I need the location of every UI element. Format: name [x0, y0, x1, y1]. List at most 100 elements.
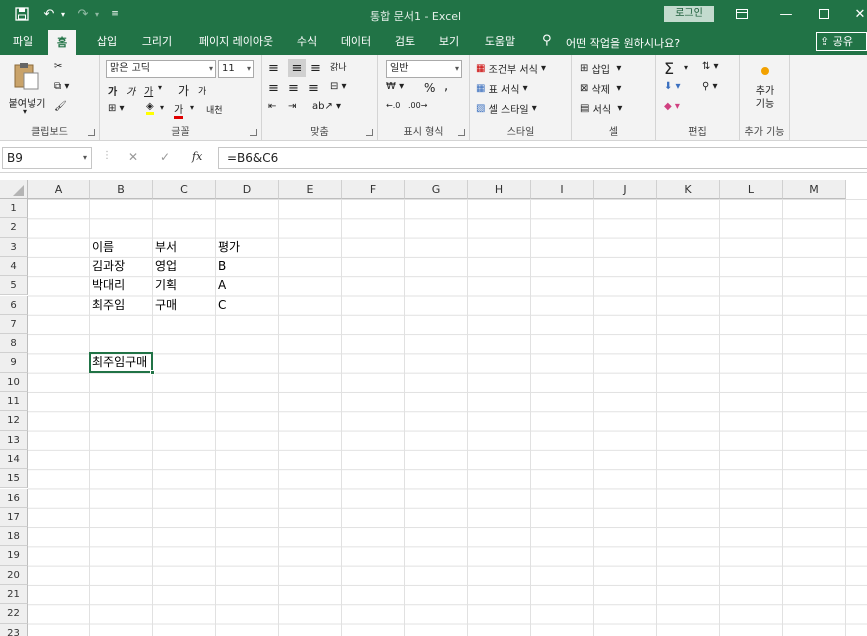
- format-painter-icon[interactable]: 🖌: [54, 101, 67, 112]
- fill-handle[interactable]: [150, 369, 155, 375]
- row-header-2[interactable]: 2: [0, 218, 28, 238]
- comma-button[interactable]: ,: [444, 79, 448, 94]
- row-header-7[interactable]: 7: [0, 314, 28, 335]
- merge-center-icon[interactable]: ⊟ ▾: [330, 81, 347, 92]
- align-left-icon[interactable]: ≡: [268, 81, 279, 96]
- redo-icon[interactable]: ↷: [74, 4, 92, 24]
- cell-styles-button[interactable]: ▧ 셀 스타일 ▾: [476, 101, 537, 116]
- select-all-corner[interactable]: [0, 180, 28, 199]
- undo-dropdown-icon[interactable]: ▾: [58, 4, 68, 24]
- decrease-decimal-icon[interactable]: .00→: [408, 101, 427, 110]
- cell-c6[interactable]: 구매: [153, 296, 177, 315]
- number-format-select[interactable]: 일반 ▾: [386, 60, 462, 78]
- lightbulb-icon[interactable]: ⚲: [542, 33, 552, 48]
- row-header-20[interactable]: 20: [0, 565, 28, 585]
- cell-b3[interactable]: 이름: [90, 238, 114, 257]
- tab-help[interactable]: 도움말: [478, 28, 522, 55]
- borders-icon[interactable]: ⊞ ▾: [108, 103, 125, 114]
- currency-icon[interactable]: ₩ ▾: [386, 81, 404, 92]
- customize-quick-access-icon[interactable]: ≡: [108, 4, 122, 24]
- row-header-15[interactable]: 15: [0, 469, 28, 489]
- align-middle-icon[interactable]: ≡: [288, 59, 306, 77]
- worksheet-grid[interactable]: A B C D E F G H I J K L M 1 2 3 4 5 6 7 8 9 10 11 12 13 14 15 16 17 18…: [0, 180, 867, 636]
- cell-c3[interactable]: 부서: [153, 238, 177, 257]
- redo-dropdown-icon[interactable]: ▾: [92, 4, 102, 24]
- column-header-i[interactable]: I: [531, 180, 594, 199]
- active-cell-selection[interactable]: [89, 352, 153, 373]
- tab-formulas[interactable]: 수식: [292, 28, 322, 55]
- format-cells-button[interactable]: ▤ 서식 ▾: [580, 101, 622, 116]
- row-header-14[interactable]: 14: [0, 449, 28, 470]
- cell-d4[interactable]: B: [216, 257, 226, 276]
- cut-icon[interactable]: ✂: [54, 61, 62, 72]
- percent-button[interactable]: %: [424, 81, 435, 95]
- column-header-c[interactable]: C: [153, 180, 216, 199]
- row-header-9[interactable]: 9: [0, 353, 28, 373]
- conditional-formatting-button[interactable]: ▦ 조건부 서식 ▾: [476, 61, 546, 76]
- row-header-18[interactable]: 18: [0, 527, 28, 547]
- alignment-launcher-icon[interactable]: [366, 129, 373, 136]
- name-box[interactable]: B9 ▾: [2, 147, 92, 169]
- insert-cells-button[interactable]: ⊞ 삽입 ▾: [580, 61, 621, 76]
- cell-d6[interactable]: C: [216, 296, 226, 315]
- paste-button[interactable]: 붙여넣기 ▾: [6, 59, 48, 119]
- font-name-select[interactable]: 맑은 고딕 ▾: [106, 60, 216, 78]
- underline-dropdown-icon[interactable]: ▾: [158, 83, 162, 92]
- cell-c4[interactable]: 영업: [153, 257, 177, 276]
- wrap-text-button[interactable]: 갉나: [330, 60, 347, 73]
- close-icon[interactable]: ✕: [852, 4, 867, 24]
- copy-icon[interactable]: ⧉ ▾: [54, 81, 69, 92]
- cell-d5[interactable]: A: [216, 276, 226, 295]
- font-size-select[interactable]: 11 ▾: [218, 60, 254, 78]
- decrease-indent-icon[interactable]: ⇤: [268, 101, 276, 112]
- tab-data[interactable]: 데이터: [336, 28, 376, 55]
- row-header-22[interactable]: 22: [0, 604, 28, 624]
- decrease-font-button[interactable]: 가: [198, 84, 206, 97]
- tab-review[interactable]: 검토: [390, 28, 420, 55]
- tab-file[interactable]: 파일: [6, 28, 40, 55]
- bold-button[interactable]: 가: [108, 83, 117, 98]
- align-right-icon[interactable]: ≡: [308, 81, 319, 96]
- row-header-19[interactable]: 19: [0, 546, 28, 566]
- row-header-5[interactable]: 5: [0, 276, 28, 296]
- column-header-h[interactable]: H: [468, 180, 531, 199]
- row-header-21[interactable]: 21: [0, 585, 28, 605]
- phonetic-guide-button[interactable]: 내천: [206, 103, 223, 116]
- login-button[interactable]: 로그인: [664, 6, 714, 22]
- column-header-e[interactable]: E: [279, 180, 342, 199]
- row-header-17[interactable]: 17: [0, 507, 28, 528]
- row-header-3[interactable]: 3: [0, 237, 28, 257]
- align-bottom-icon[interactable]: ≡: [310, 61, 321, 76]
- enter-formula-icon[interactable]: ✓: [160, 150, 170, 164]
- increase-font-button[interactable]: 가: [178, 82, 189, 99]
- column-header-l[interactable]: L: [720, 180, 783, 199]
- row-header-23[interactable]: 23: [0, 623, 28, 636]
- tab-draw[interactable]: 그리기: [136, 28, 178, 55]
- save-icon[interactable]: [12, 4, 32, 24]
- column-header-f[interactable]: F: [342, 180, 405, 199]
- tab-home[interactable]: 홈: [48, 30, 76, 55]
- delete-cells-button[interactable]: ⊠ 삭제 ▾: [580, 81, 621, 96]
- find-select-icon[interactable]: ⚲ ▾: [702, 81, 718, 92]
- cancel-formula-icon[interactable]: ✕: [128, 150, 138, 164]
- ribbon-display-options-icon[interactable]: [734, 4, 750, 24]
- row-header-13[interactable]: 13: [0, 430, 28, 450]
- increase-indent-icon[interactable]: ⇥: [288, 101, 296, 112]
- tab-page-layout[interactable]: 페이지 레이아웃: [190, 28, 282, 55]
- tell-me-search[interactable]: 어떤 작업을 원하시나요?: [566, 35, 680, 51]
- italic-button[interactable]: 가: [126, 83, 135, 98]
- cell-c5[interactable]: 기획: [153, 276, 177, 295]
- column-header-b[interactable]: B: [90, 180, 153, 199]
- cell-b6[interactable]: 최주임: [90, 296, 125, 315]
- number-launcher-icon[interactable]: [458, 129, 465, 136]
- addins-button[interactable]: 추가 기능: [740, 61, 790, 117]
- insert-function-button[interactable]: fx: [192, 150, 202, 163]
- column-header-d[interactable]: D: [216, 180, 279, 199]
- cell-d3[interactable]: 평가: [216, 238, 240, 257]
- clear-icon[interactable]: ◆ ▾: [664, 101, 680, 112]
- column-header-g[interactable]: G: [405, 180, 468, 199]
- row-header-8[interactable]: 8: [0, 334, 28, 354]
- sort-filter-icon[interactable]: ⇅ ▾: [702, 61, 719, 72]
- column-header-k[interactable]: K: [657, 180, 720, 199]
- fill-icon[interactable]: ⬇ ▾: [664, 81, 681, 92]
